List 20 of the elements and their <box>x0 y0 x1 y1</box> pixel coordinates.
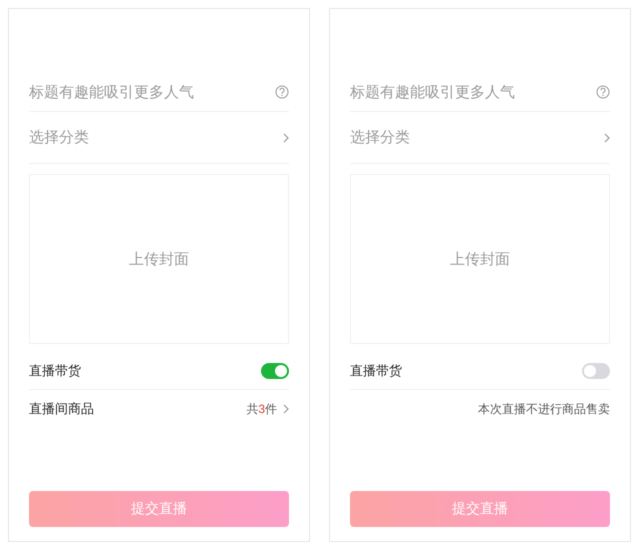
goods-label: 直播间商品 <box>29 400 94 418</box>
submit-button[interactable]: 提交直播 <box>29 491 289 527</box>
live-selling-label: 直播带货 <box>350 362 402 380</box>
chevron-icon <box>283 404 289 414</box>
goods-note: 本次直播不进行商品售卖 <box>478 400 610 418</box>
submit-button[interactable]: 提交直播 <box>350 491 610 527</box>
title-field[interactable]: 标题有趣能吸引更多人气 <box>350 80 596 104</box>
toggle-switch[interactable] <box>582 362 610 378</box>
category-selector[interactable]: 选择分类 <box>29 112 289 164</box>
category-selector[interactable]: 选择分类 <box>350 112 610 164</box>
chevron-icon <box>604 132 610 142</box>
goods-count[interactable]: 共3件 <box>246 400 277 418</box>
toggle-switch[interactable] <box>261 362 289 378</box>
title-field[interactable]: 标题有趣能吸引更多人气 <box>29 80 275 104</box>
help-icon[interactable] <box>275 85 289 99</box>
cover-upload-area[interactable]: 上传封面 <box>350 174 610 344</box>
cover-upload-area[interactable]: 上传封面 <box>29 174 289 344</box>
chevron-icon <box>283 132 289 142</box>
help-icon[interactable] <box>596 85 610 99</box>
live-selling-label: 直播带货 <box>29 362 81 380</box>
